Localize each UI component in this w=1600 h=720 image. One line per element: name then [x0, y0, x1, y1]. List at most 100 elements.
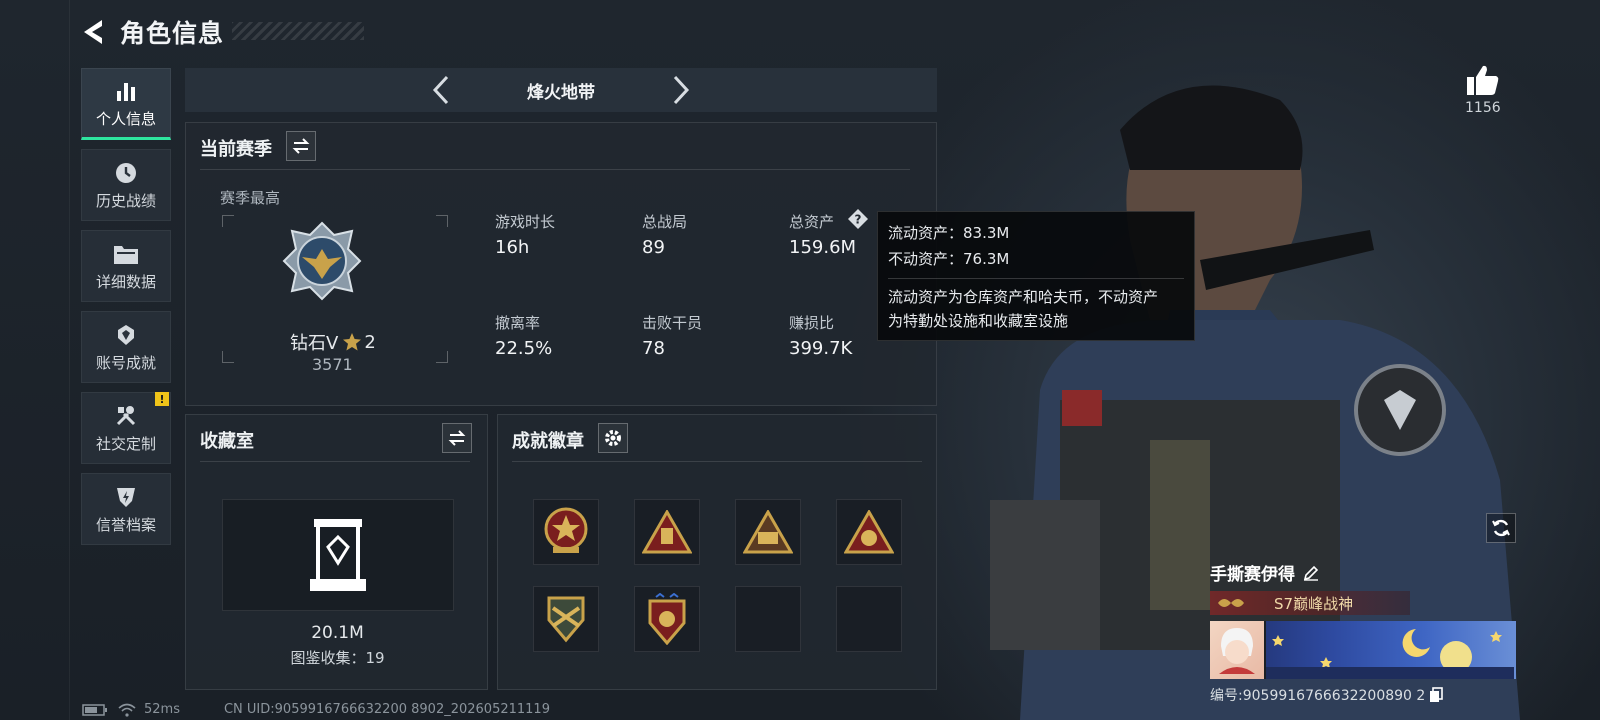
avatar-portrait-icon	[1219, 628, 1255, 674]
stat-value-playtime: 16h	[495, 237, 530, 258]
stat-value-matches: 89	[642, 237, 665, 258]
ping-value: 52ms	[144, 702, 180, 717]
player-name-row: 手撕赛伊得	[1210, 560, 1516, 585]
frame-corner	[222, 215, 234, 227]
rank-emblem	[282, 221, 362, 305]
collection-count: 图鉴收集：19	[290, 649, 385, 667]
rank-stars: 2	[364, 331, 376, 353]
bar-chart-icon	[114, 78, 138, 104]
divider	[200, 169, 910, 170]
pencil-icon	[1303, 565, 1319, 581]
achievement-badge-slot[interactable]	[634, 586, 700, 652]
frame-corner	[436, 215, 448, 227]
sidebar-item-reputation[interactable]: 信誉档案	[81, 473, 171, 545]
achievement-badge-slot[interactable]	[836, 499, 902, 565]
uid-line: CN UID:9059916766632200 8902_20260521111…	[223, 702, 550, 717]
wifi-icon	[118, 703, 136, 717]
sidebar-item-history[interactable]: 历史战绩	[81, 149, 171, 221]
assets-tooltip: 流动资产：83.3M 不动资产：76.3M 流动资产为仓库资产和哈夫币，不动资产…	[877, 211, 1195, 341]
sidebar-item-label: 个人信息	[95, 109, 156, 128]
star-medal-icon	[544, 507, 588, 553]
banner-art	[1266, 629, 1514, 679]
sidebar-item-achievements[interactable]: 账号成就	[81, 311, 171, 383]
tooltip-fixed-assets: 不动资产：76.3M	[888, 250, 1010, 268]
swap-icon	[448, 430, 466, 446]
honor-title[interactable]: S7巅峰战神	[1210, 591, 1410, 615]
achievement-badge-slot[interactable]	[735, 499, 801, 565]
triangle-badge-icon	[743, 510, 793, 554]
achievement-badge-slot[interactable]	[533, 586, 599, 652]
clock-icon	[114, 160, 138, 186]
decorative-frame	[0, 0, 70, 720]
sidebar-item-label: 信誉档案	[95, 515, 156, 534]
copy-uid-button[interactable]	[1429, 687, 1444, 703]
swap-icon	[292, 138, 310, 154]
title-decoration	[232, 22, 364, 40]
refresh-icon	[1492, 519, 1510, 537]
sidebar-item-detailed-data[interactable]: 详细数据	[81, 230, 171, 302]
sidebar-item-personal-info[interactable]: 个人信息	[81, 68, 171, 140]
sidebar-item-label: 详细数据	[95, 272, 156, 291]
rank-score: 3571	[312, 355, 353, 374]
stat-label-kills: 击败干员	[642, 314, 703, 332]
collection-switch-button[interactable]	[442, 423, 472, 453]
sidebar: 个人信息 历史战绩 详细数据 账号成就 ! 社交定制 信誉档案	[81, 68, 171, 554]
tools-icon	[114, 403, 138, 429]
triangle-badge-icon	[642, 510, 692, 554]
edit-name-button[interactable]	[1303, 565, 1319, 581]
folder-icon	[113, 241, 139, 267]
question-icon: ?	[848, 209, 868, 229]
achievement-badge-slot[interactable]	[533, 499, 599, 565]
like-button[interactable]: 1156	[1465, 64, 1501, 116]
frame-corner	[436, 351, 448, 363]
achievement-badge-slot-empty[interactable]	[735, 586, 801, 652]
stat-value-extraction-rate: 22.5%	[495, 338, 553, 359]
rotate-model-button[interactable]	[1486, 513, 1516, 543]
next-mode-button[interactable]	[661, 70, 701, 110]
status-bar: 52ms CN UID:9059916766632200 8902_202605…	[82, 702, 550, 717]
copy-icon	[1430, 687, 1444, 702]
like-count: 1156	[1465, 100, 1501, 116]
rank-name-row: 钻石V 2	[290, 329, 376, 355]
collection-panel: 收藏室 20.1M 图鉴收集：19	[185, 414, 488, 690]
season-panel: 当前赛季 赛季最高 钻石V 2 3571 游戏时长 16h 总战局 89 总资产…	[185, 122, 937, 406]
tooltip-description-line1: 流动资产为仓库资产和哈夫币，不动资产	[888, 288, 1159, 306]
stat-label-matches: 总战局	[642, 213, 688, 231]
achievement-badge-slot-empty[interactable]	[836, 586, 902, 652]
stat-label-assets: 总资产	[789, 213, 835, 231]
player-card: 手撕赛伊得 S7巅峰战神 编号:9059916766632200890 2	[1210, 560, 1516, 705]
honor-title-text: S7巅峰战神	[1274, 594, 1354, 613]
season-title: 当前赛季	[200, 139, 272, 160]
divider	[512, 461, 922, 462]
tooltip-divider	[888, 278, 1184, 279]
season-best-label: 赛季最高	[220, 189, 281, 207]
collection-display[interactable]	[222, 499, 454, 611]
divider	[200, 461, 470, 462]
rank-name: 钻石V	[290, 333, 339, 354]
achievement-icon	[114, 322, 138, 348]
profile-banner[interactable]	[1210, 621, 1516, 679]
stat-label-extraction-rate: 撤离率	[495, 314, 541, 332]
stat-label-profit-ratio: 赚损比	[789, 314, 835, 332]
mode-selector: 烽火地带	[185, 68, 937, 112]
avatar[interactable]	[1210, 621, 1266, 679]
achievement-badge-slot[interactable]	[634, 499, 700, 565]
help-icon-button[interactable]: ?	[848, 209, 868, 229]
stat-value-kills: 78	[642, 338, 665, 359]
frame-corner	[222, 351, 234, 363]
back-arrow-icon	[84, 20, 102, 44]
back-button[interactable]	[78, 17, 108, 47]
prev-mode-button[interactable]	[421, 70, 461, 110]
achievements-settings-button[interactable]	[598, 423, 628, 453]
triangle-badge-icon	[844, 510, 894, 554]
season-switch-button[interactable]	[286, 131, 316, 161]
notification-badge: !	[155, 392, 169, 406]
collection-title: 收藏室	[200, 431, 254, 452]
page-title: 角色信息	[120, 19, 225, 48]
player-name: 手撕赛伊得	[1210, 565, 1295, 585]
player-uid: 编号:9059916766632200890 2	[1210, 688, 1426, 704]
chevron-right-icon	[673, 75, 690, 105]
honor-emblem-icon	[1218, 599, 1244, 607]
player-uid-row: 编号:9059916766632200890 2	[1210, 685, 1516, 705]
sidebar-item-social[interactable]: ! 社交定制	[81, 392, 171, 464]
